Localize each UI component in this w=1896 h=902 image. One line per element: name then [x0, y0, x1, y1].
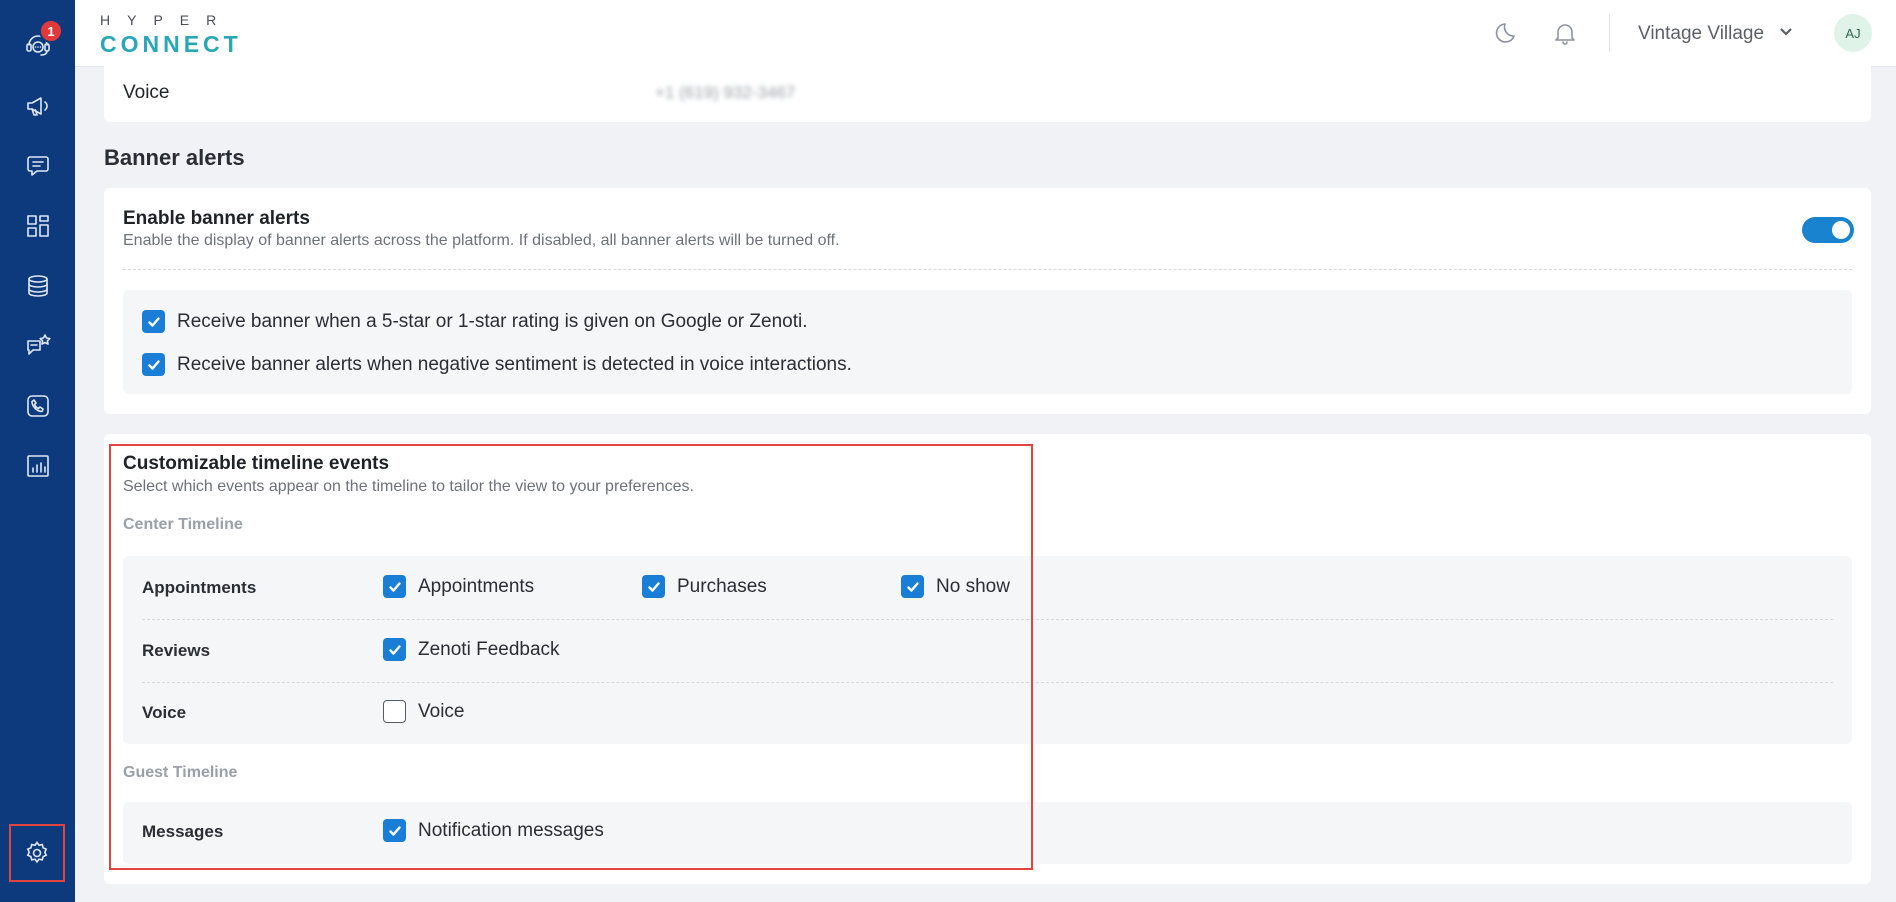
- notification-badge: 1: [39, 19, 63, 43]
- timeline-events-card: Customizable timeline events Select whic…: [104, 434, 1871, 884]
- phone-icon[interactable]: [21, 389, 55, 423]
- enable-banner-alerts-title: Enable banner alerts: [123, 208, 310, 229]
- banner-alerts-heading: Banner alerts: [104, 145, 245, 170]
- voice-label: Voice: [123, 82, 170, 103]
- database-icon[interactable]: [21, 269, 55, 303]
- checkbox-checked-icon: [142, 310, 165, 333]
- center-timeline-panel: Appointments Appointments Purchases No s…: [123, 556, 1852, 744]
- guest-timeline-panel: Messages Notification messages: [123, 802, 1852, 864]
- dark-mode-moon-icon[interactable]: [1493, 18, 1523, 48]
- enable-banner-alerts-description: Enable the display of banner alerts acro…: [123, 232, 840, 249]
- location-selector[interactable]: Vintage Village: [1638, 20, 1794, 48]
- messages-row-label: Messages: [142, 822, 224, 841]
- divider: [123, 269, 1852, 270]
- sentiment-banner-checkbox[interactable]: Receive banner alerts when negative sent…: [142, 353, 852, 376]
- reviews-star-icon[interactable]: [21, 329, 55, 363]
- checkbox-checked-icon: [142, 353, 165, 376]
- divider: [142, 619, 1833, 620]
- location-name: Vintage Village: [1638, 23, 1765, 44]
- checkbox-checked-icon: [383, 638, 406, 661]
- settings-gear-icon[interactable]: [9, 824, 65, 882]
- reviews-row-label: Reviews: [142, 641, 211, 660]
- banner-options-panel: Receive banner when a 5-star or 1-star r…: [123, 290, 1852, 394]
- header-divider: [1609, 14, 1610, 52]
- megaphone-icon[interactable]: [21, 89, 55, 123]
- checkbox-unchecked-icon: [383, 700, 406, 723]
- enable-banner-alerts-toggle[interactable]: [1802, 217, 1854, 243]
- dashboard-grid-icon[interactable]: [21, 209, 55, 243]
- appointments-row-label: Appointments: [142, 578, 257, 597]
- chevron-down-icon: [1778, 23, 1794, 45]
- checkbox-checked-icon: [383, 575, 406, 598]
- hyperconnect-logo[interactable]: HYPER CONNECT: [100, 12, 240, 57]
- checkbox-checked-icon: [901, 575, 924, 598]
- timeline-events-title: Customizable timeline events: [123, 453, 390, 474]
- zenoti-feedback-checkbox[interactable]: Zenoti Feedback: [383, 638, 560, 661]
- reports-chart-icon[interactable]: [21, 449, 55, 483]
- voice-number-value: +1 (619) 932-3467: [655, 83, 796, 102]
- voice-number-card: Voice +1 (619) 932-3467: [104, 60, 1871, 122]
- notifications-bell-icon[interactable]: [1550, 18, 1580, 48]
- top-header: HYPER CONNECT Vintage Village AJ: [75, 0, 1896, 67]
- banner-alerts-card: Enable banner alerts Enable the display …: [104, 188, 1871, 414]
- voice-checkbox[interactable]: Voice: [383, 700, 464, 723]
- messages-icon[interactable]: [21, 149, 55, 183]
- checkbox-checked-icon: [642, 575, 665, 598]
- user-avatar[interactable]: AJ: [1834, 14, 1872, 52]
- center-timeline-heading: Center Timeline: [123, 516, 243, 533]
- rating-banner-checkbox[interactable]: Receive banner when a 5-star or 1-star r…: [142, 310, 808, 333]
- divider: [142, 682, 1833, 683]
- timeline-events-description: Select which events appear on the timeli…: [123, 478, 694, 495]
- no-show-checkbox[interactable]: No show: [901, 575, 1010, 598]
- sidebar: 1: [0, 0, 75, 902]
- purchases-checkbox[interactable]: Purchases: [642, 575, 767, 598]
- voice-row-label: Voice: [142, 703, 187, 722]
- notification-messages-checkbox[interactable]: Notification messages: [383, 819, 604, 842]
- checkbox-checked-icon: [383, 819, 406, 842]
- appointments-checkbox[interactable]: Appointments: [383, 575, 534, 598]
- guest-timeline-heading: Guest Timeline: [123, 764, 238, 781]
